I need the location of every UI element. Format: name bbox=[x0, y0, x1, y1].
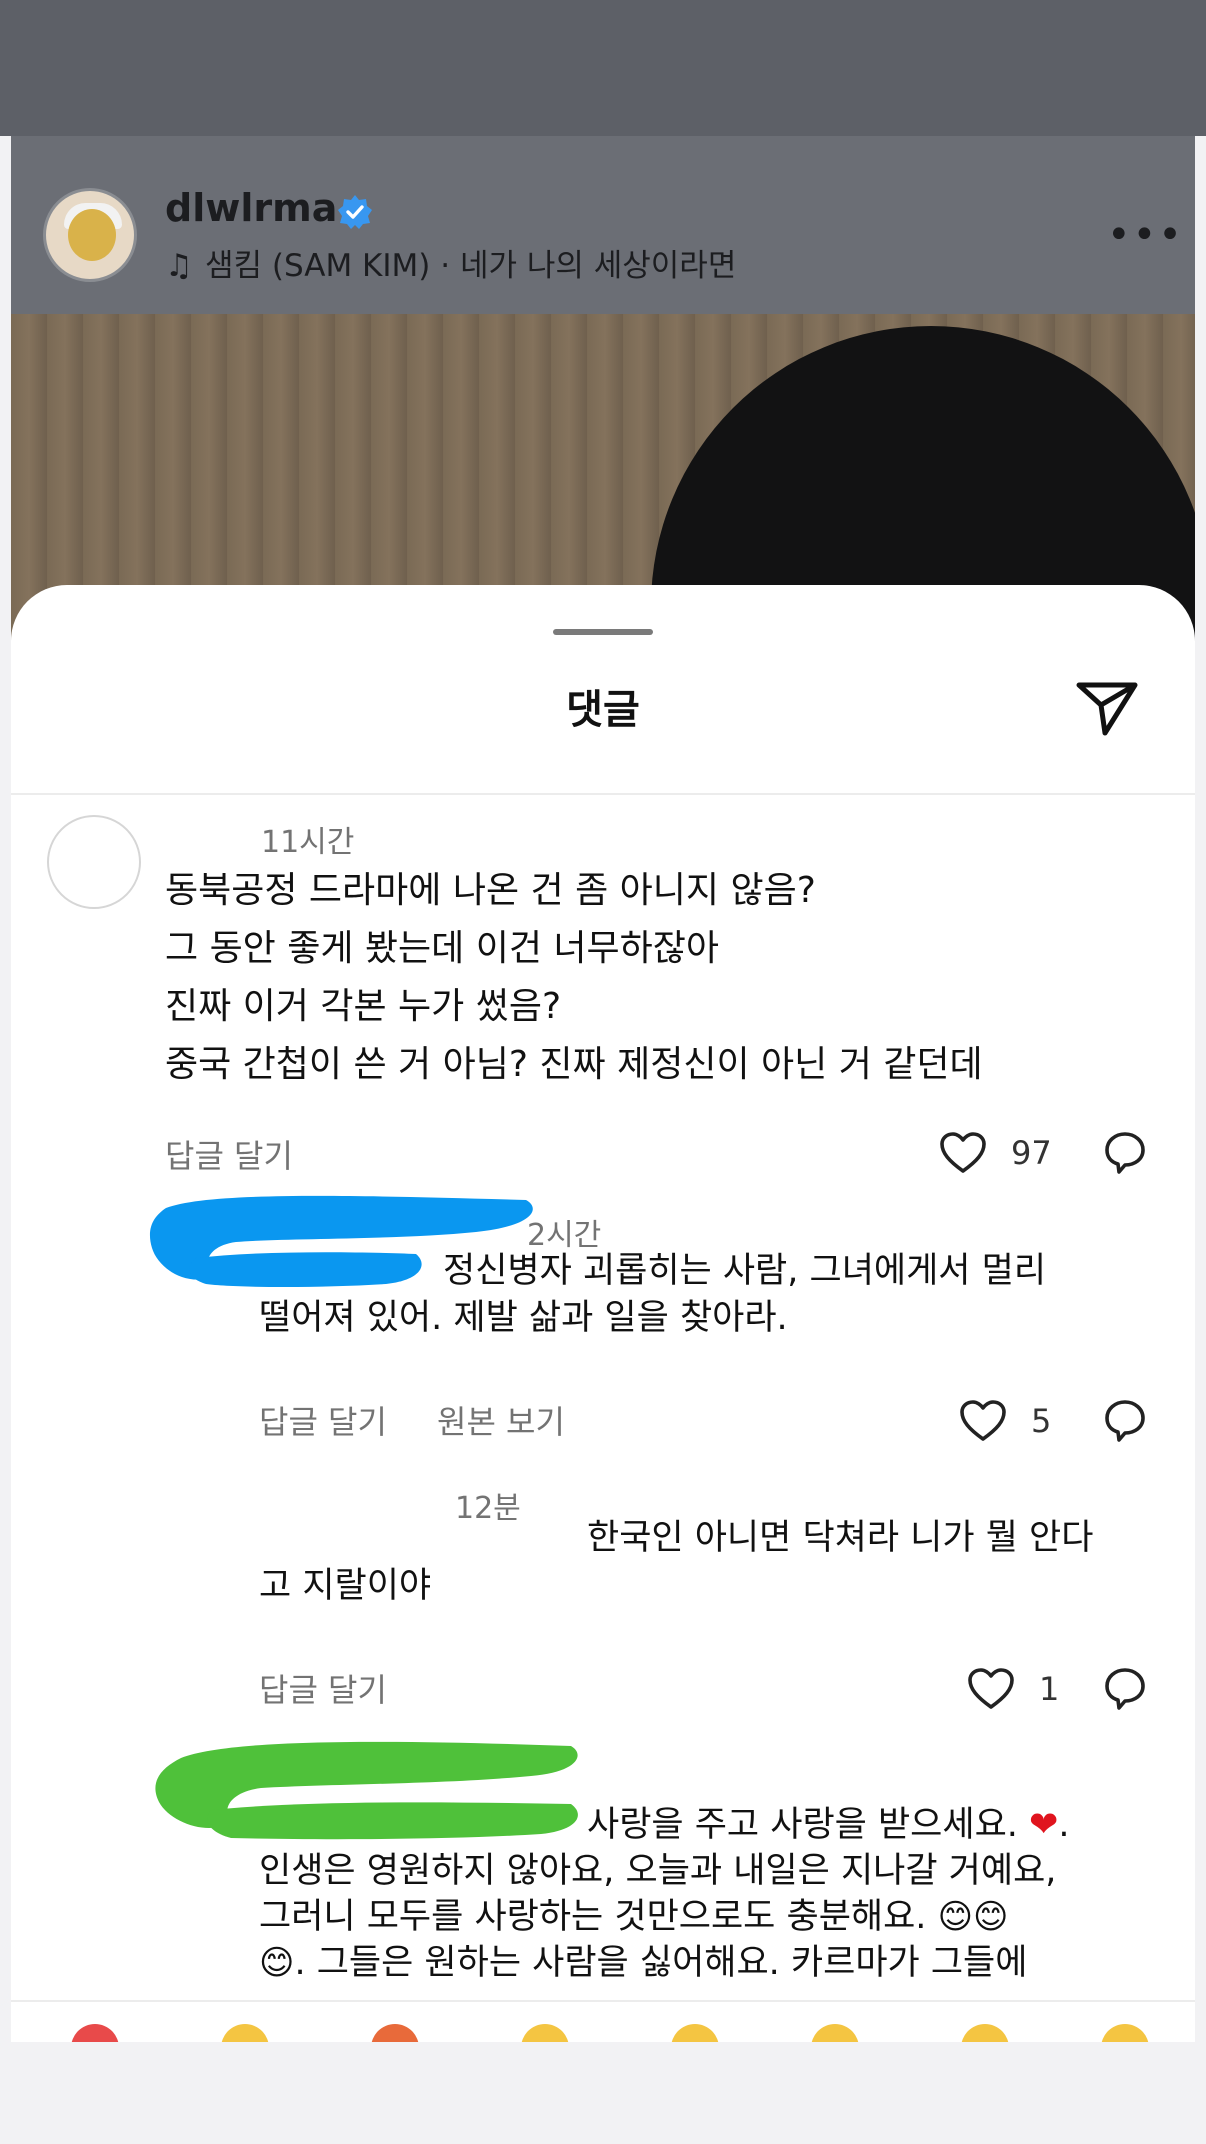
like-count: 97 bbox=[1011, 1134, 1052, 1172]
reaction-emoji[interactable] bbox=[961, 2024, 1009, 2044]
comment-line: 동북공정 드라마에 나온 건 좀 아니지 않음? bbox=[165, 870, 816, 911]
commenter-avatar[interactable] bbox=[47, 815, 141, 909]
footer-area bbox=[0, 2042, 1206, 2144]
like-count: 5 bbox=[1031, 1402, 1052, 1440]
smiling-face-with-hearts-emoji: 😊 bbox=[973, 1897, 1009, 1937]
smiling-face-with-hearts-emoji: 😊 bbox=[259, 1943, 295, 1983]
comment-line: 😊. 그들은 원하는 사람을 싫어해요. 카르마가 그들에 bbox=[259, 1940, 1027, 1986]
send-icon[interactable] bbox=[1071, 671, 1143, 743]
reply-button[interactable]: 답글 달기 bbox=[259, 1665, 387, 1711]
reaction-emoji[interactable] bbox=[521, 2024, 569, 2044]
reply-bubble-icon[interactable] bbox=[1103, 1666, 1147, 1712]
smiling-face-with-hearts-emoji: 😊 bbox=[937, 1897, 974, 1937]
music-title: 네가 나의 세상이라면 bbox=[459, 248, 737, 284]
comment-line: 그러니 모두를 사랑하는 것만으로도 충분해요. 😊😊 bbox=[259, 1894, 1008, 1940]
reply-bubble-icon[interactable] bbox=[1103, 1130, 1147, 1176]
comment-line: 한국인 아니면 닥쳐라 니가 뭘 안다 bbox=[587, 1518, 1094, 1558]
comment-line: 그 동안 좋게 봤는데 이건 너무하잖아 bbox=[165, 928, 720, 969]
like-count: 1 bbox=[1039, 1670, 1060, 1708]
comment-time: 11시간 bbox=[261, 825, 355, 860]
post-header: dlwlrma ♫ 샘킴 (SAM KIM) · 네가 나의 세상이라면 ••• bbox=[11, 136, 1195, 314]
heart-icon[interactable] bbox=[939, 1131, 987, 1175]
comment-time: 12분 bbox=[455, 1491, 521, 1526]
reply-bubble-icon[interactable] bbox=[1103, 1398, 1147, 1444]
post-username[interactable]: dlwlrma bbox=[165, 186, 337, 230]
comment-line: 진짜 이거 각본 누가 썼음? bbox=[165, 986, 562, 1027]
comment-line: 사랑을 주고 사랑을 받으세요. ❤. bbox=[587, 1805, 1070, 1845]
more-horizontal-icon[interactable]: ••• bbox=[1107, 212, 1184, 258]
comment-line: 정신병자 괴롭히는 사람, 그녀에게서 멀리 bbox=[443, 1251, 1047, 1291]
reply-button[interactable]: 답글 달기 bbox=[165, 1131, 293, 1177]
verified-badge-icon bbox=[338, 195, 372, 229]
red-heart-emoji: ❤ bbox=[1029, 1805, 1059, 1845]
comment-line: 중국 간첩이 쓴 거 아님? 진짜 제정신이 아닌 거 같던데 bbox=[165, 1044, 983, 1085]
reply-button[interactable]: 답글 달기 bbox=[259, 1397, 387, 1443]
music-line[interactable]: ♫ 샘킴 (SAM KIM) · 네가 나의 세상이라면 bbox=[165, 240, 736, 285]
emoji-reaction-bar bbox=[11, 2000, 1195, 2044]
dimmed-status-area bbox=[0, 0, 1206, 136]
divider bbox=[11, 793, 1195, 795]
heart-icon[interactable] bbox=[959, 1399, 1007, 1443]
reaction-emoji[interactable] bbox=[221, 2024, 269, 2044]
sheet-title: 댓글 bbox=[566, 687, 640, 733]
music-artist: 샘킴 (SAM KIM) bbox=[205, 248, 431, 284]
music-note-icon: ♫ bbox=[165, 248, 193, 284]
comment-line: 인생은 영원하지 않아요, 오늘과 내일은 지나갈 거예요, bbox=[259, 1851, 1057, 1891]
reaction-emoji[interactable] bbox=[671, 2024, 719, 2044]
comments-sheet: 댓글 11시간 동북공정 드라마에 나온 건 좀 아니지 않음? 그 동안 좋게… bbox=[11, 585, 1195, 2045]
heart-icon[interactable] bbox=[967, 1667, 1015, 1711]
see-original-button[interactable]: 원본 보기 bbox=[437, 1397, 565, 1443]
redaction-mark-green bbox=[155, 1741, 578, 1840]
reaction-emoji[interactable] bbox=[811, 2024, 859, 2044]
comment-line: 고 지랄이야 bbox=[259, 1566, 432, 1606]
profile-avatar[interactable] bbox=[43, 188, 137, 282]
music-separator: · bbox=[440, 248, 451, 284]
drag-handle[interactable] bbox=[553, 629, 653, 635]
reaction-emoji[interactable] bbox=[71, 2024, 119, 2044]
reaction-emoji[interactable] bbox=[371, 2024, 419, 2044]
comment-line: 떨어져 있어. 제발 삶과 일을 찾아라. bbox=[259, 1298, 788, 1338]
reaction-emoji[interactable] bbox=[1101, 2024, 1149, 2044]
